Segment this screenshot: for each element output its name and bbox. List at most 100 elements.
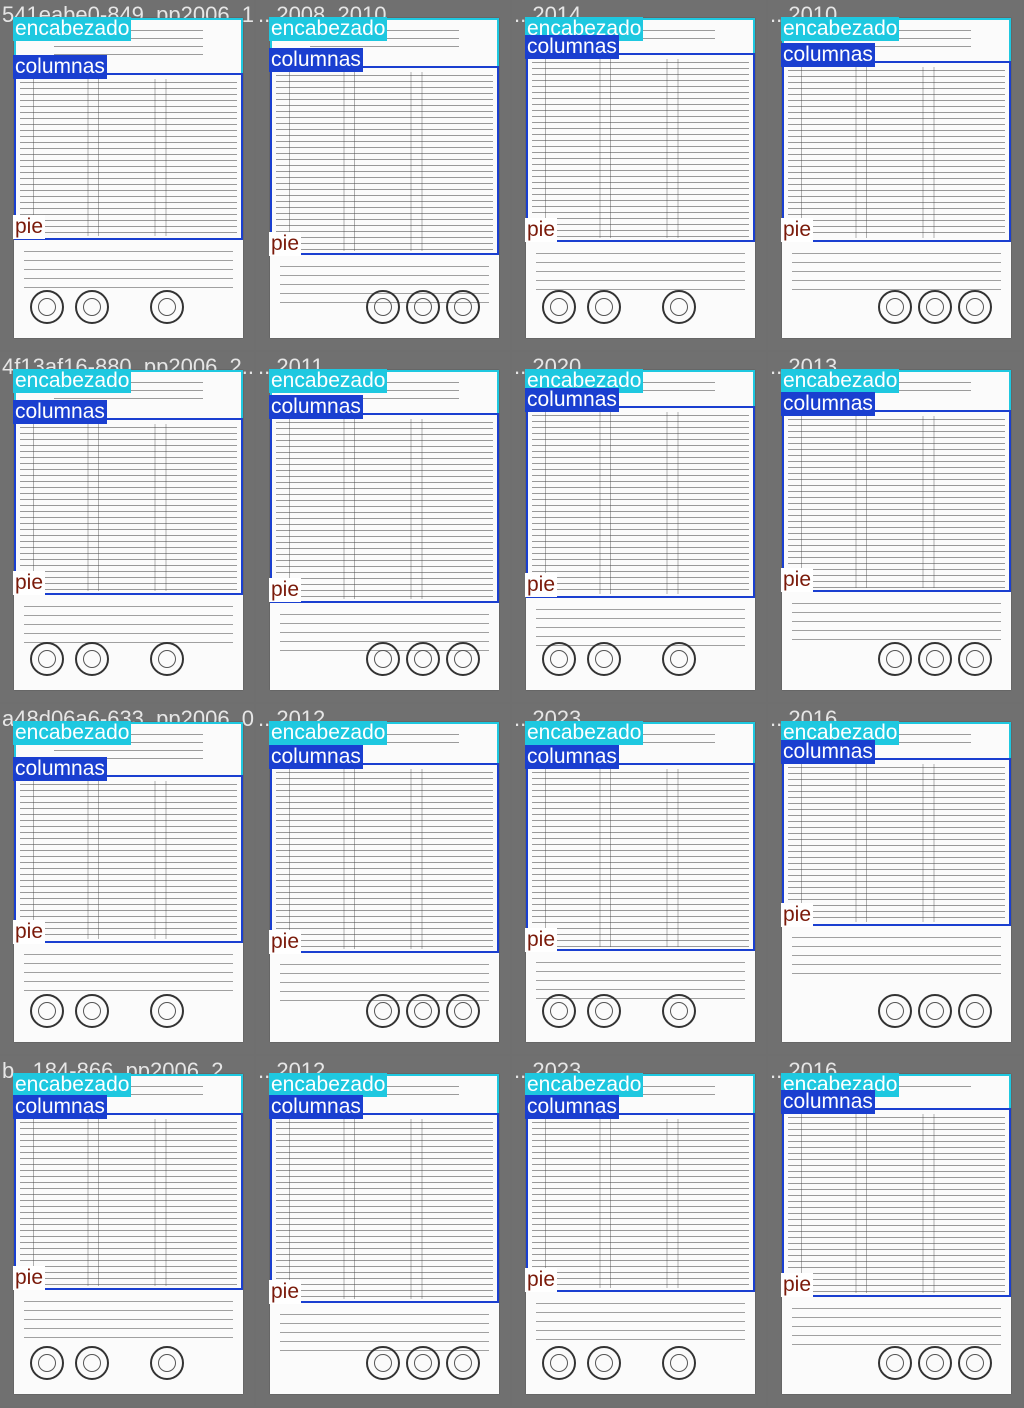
columnas-label: columnas (781, 43, 875, 67)
columnas-label: columnas (525, 35, 619, 59)
columnas-region-box[interactable] (14, 73, 243, 240)
columnas-region-box[interactable] (526, 763, 755, 951)
pie-label: pie (781, 568, 814, 592)
pie-label: pie (525, 1268, 558, 1292)
columnas-region-box[interactable] (270, 763, 499, 953)
columnas-region-box[interactable] (526, 1113, 755, 1292)
grid-tile[interactable]: ...2008_2010... encabezado columnas pie (256, 0, 510, 350)
stamp-seal (878, 994, 912, 1028)
stamp-seal (958, 642, 992, 676)
columnas-region-box[interactable] (270, 1113, 499, 1303)
stamp-seal (587, 290, 621, 324)
footer-text-lines (792, 598, 1001, 648)
encabezado-label: encabezado (269, 369, 388, 393)
columnas-label: columnas (269, 745, 363, 769)
stamp-seal (587, 642, 621, 676)
stamp-seal (366, 994, 400, 1028)
columnas-region-box[interactable] (14, 1113, 243, 1290)
pie-label: pie (13, 920, 46, 944)
columnas-region-box[interactable] (14, 775, 243, 943)
pie-label: pie (269, 232, 302, 256)
columnas-label: columnas (781, 392, 875, 416)
stamp-seal (30, 642, 64, 676)
encabezado-label: encabezado (525, 1073, 644, 1097)
stamp-seal (30, 290, 64, 324)
stamp-seal (30, 1346, 64, 1380)
columnas-region-box[interactable] (526, 53, 755, 242)
stamp-seal (446, 1346, 480, 1380)
encabezado-label: encabezado (525, 721, 644, 745)
grid-tile[interactable]: 541eabe0-849_pp2006_1... encabezado column… (0, 0, 254, 350)
grid-tile[interactable]: 4f13af16-880_pp2006_2... encabezado column… (0, 352, 254, 702)
pie-label: pie (525, 573, 558, 597)
columnas-label: columnas (525, 745, 619, 769)
pie-label: pie (781, 1273, 814, 1297)
footer-text-lines (24, 949, 233, 999)
pie-label: pie (525, 218, 558, 242)
pie-label: pie (13, 571, 46, 595)
grid-tile[interactable]: a48d06a6-633_pp2006_0... encabezado column… (0, 704, 254, 1054)
stamp-seal (662, 642, 696, 676)
stamp-seal (918, 290, 952, 324)
columnas-label: columnas (13, 400, 107, 424)
pie-label: pie (269, 578, 302, 602)
stamp-seal (918, 1346, 952, 1380)
encabezado-label: encabezado (13, 17, 132, 41)
columnas-label: columnas (269, 395, 363, 419)
grid-tile[interactable]: b...184-866_pp2006_2... encabezado columna… (0, 1056, 254, 1406)
stamp-seal (662, 994, 696, 1028)
columnas-label: columnas (13, 55, 107, 79)
grid-tile[interactable]: ...2016... encabezado columnas pie (768, 1056, 1022, 1406)
grid-tile[interactable]: ...2016... encabezado columnas pie (768, 704, 1022, 1054)
encabezado-label: encabezado (269, 17, 388, 41)
grid-tile[interactable]: ...2014... encabezado columnas pie (512, 0, 766, 350)
columnas-label: columnas (525, 1095, 619, 1119)
stamp-seal (878, 1346, 912, 1380)
grid-tile[interactable]: ...2012... encabezado columnas pie (256, 1056, 510, 1406)
stamp-seal (542, 642, 576, 676)
columnas-region-box[interactable] (270, 413, 499, 603)
stamp-seal (366, 642, 400, 676)
grid-tile[interactable]: ...2023... encabezado columnas pie (512, 704, 766, 1054)
grid-tile[interactable]: ...2020... encabezado columnas pie (512, 352, 766, 702)
columnas-region-box[interactable] (782, 1108, 1011, 1297)
encabezado-label: encabezado (13, 1073, 132, 1097)
encabezado-label: encabezado (781, 17, 900, 41)
image-grid: 541eabe0-849_pp2006_1... encabezado column… (0, 0, 1024, 1408)
stamp-seal (542, 994, 576, 1028)
stamp-seal (662, 1346, 696, 1380)
pie-label: pie (781, 903, 814, 927)
pie-label: pie (269, 1280, 302, 1304)
stamp-seal (446, 290, 480, 324)
stamp-seal (75, 1346, 109, 1380)
grid-tile[interactable]: ...2023... encabezado columnas pie (512, 1056, 766, 1406)
stamp-seal (406, 290, 440, 324)
columnas-label: columnas (525, 388, 619, 412)
columnas-region-box[interactable] (14, 418, 243, 595)
stamp-seal (30, 994, 64, 1028)
columnas-region-box[interactable] (270, 66, 499, 255)
stamp-seal (958, 994, 992, 1028)
encabezado-label: encabezado (269, 1073, 388, 1097)
grid-tile[interactable]: ...2012... encabezado columnas pie (256, 704, 510, 1054)
stamp-seal (366, 290, 400, 324)
columnas-region-box[interactable] (782, 410, 1011, 592)
stamp-seal (150, 1346, 184, 1380)
grid-tile[interactable]: ...2010... encabezado columnas pie (768, 0, 1022, 350)
pie-label: pie (269, 930, 302, 954)
columnas-label: columnas (781, 1090, 875, 1114)
stamp-seal (150, 994, 184, 1028)
stamp-seal (587, 994, 621, 1028)
footer-text-lines (792, 932, 1001, 982)
columnas-label: columnas (269, 48, 363, 72)
grid-tile[interactable]: ...2013... encabezado columnas pie (768, 352, 1022, 702)
grid-tile[interactable]: ...2011... encabezado columnas pie (256, 352, 510, 702)
encabezado-label: encabezado (13, 721, 132, 745)
columnas-region-box[interactable] (782, 758, 1011, 926)
columnas-region-box[interactable] (782, 61, 1011, 242)
footer-text-lines (24, 246, 233, 296)
stamp-seal (446, 642, 480, 676)
stamp-seal (958, 1346, 992, 1380)
encabezado-label: encabezado (781, 369, 900, 393)
columnas-region-box[interactable] (526, 406, 755, 598)
